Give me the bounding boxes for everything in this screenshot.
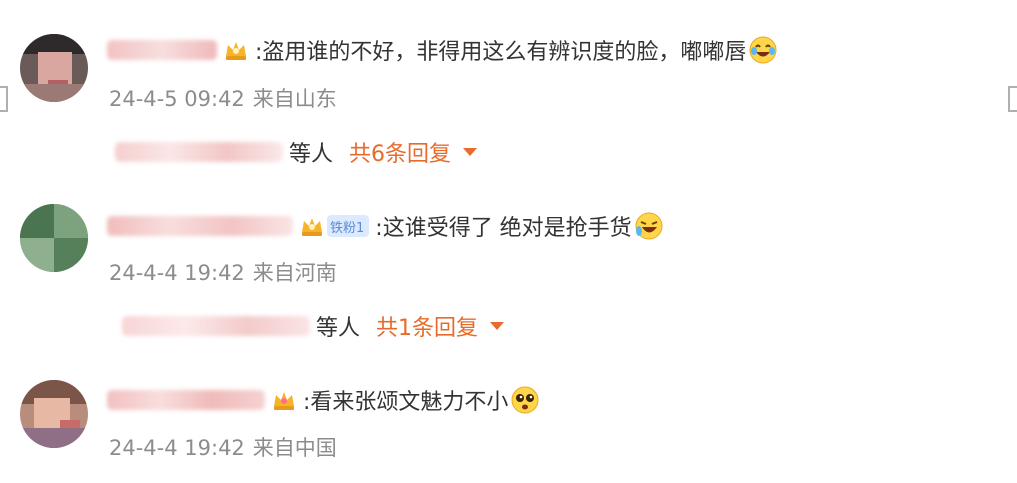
comment-meta: 24-4-5 09:42 来自山东 bbox=[109, 83, 345, 113]
reply-suffix: 等人 bbox=[316, 316, 361, 341]
comment-item: 铁粉1 :这谁受得了 绝对是抢手货 24-4-4 19:42 来自河南 等人 共1… bbox=[0, 180, 1017, 360]
reply-usernames-blurred bbox=[122, 316, 310, 336]
emoji-icon bbox=[634, 211, 664, 241]
reply-summary[interactable]: 等人 共1条回复 bbox=[122, 310, 505, 342]
fan-badge[interactable]: 铁粉1 bbox=[327, 215, 370, 237]
comment-text: :这谁受得了 绝对是抢手货 bbox=[375, 216, 632, 241]
username-blurred[interactable] bbox=[107, 216, 293, 236]
comment-time: 24-4-5 09:42 bbox=[109, 87, 245, 111]
comment-time: 24-4-4 19:42 bbox=[109, 436, 245, 460]
comment-text: :盗用谁的不好，非得用这么有辨识度的脸，嘟嘟唇 bbox=[255, 40, 747, 65]
comment-line: 铁粉1 :这谁受得了 绝对是抢手货 bbox=[107, 209, 664, 243]
crown-icon bbox=[299, 214, 325, 238]
comment-meta: 24-4-4 19:42 来自河南 bbox=[109, 257, 345, 287]
comment-location: 来自山东 bbox=[252, 87, 337, 111]
username-blurred[interactable] bbox=[107, 390, 265, 410]
reply-usernames-blurred bbox=[115, 142, 283, 162]
comment-location: 来自河南 bbox=[252, 261, 337, 285]
comment-item: :看来张颂文魅力不小 24-4-4 19:42 来自中国 bbox=[0, 360, 1017, 483]
username-blurred[interactable] bbox=[107, 40, 217, 60]
reply-count-link[interactable]: 共6条回复 bbox=[349, 136, 451, 168]
reply-suffix: 等人 bbox=[289, 142, 334, 167]
comment-time: 24-4-4 19:42 bbox=[109, 261, 245, 285]
comment-meta: 24-4-4 19:42 来自中国 bbox=[109, 432, 345, 462]
reply-summary[interactable]: 等人 共6条回复 bbox=[115, 136, 478, 168]
comment-line: :看来张颂文魅力不小 bbox=[107, 383, 540, 417]
comment-text: :看来张颂文魅力不小 bbox=[303, 390, 509, 415]
emoji-icon bbox=[748, 35, 778, 65]
avatar[interactable] bbox=[20, 34, 88, 102]
reply-count-link[interactable]: 共1条回复 bbox=[376, 310, 478, 342]
caret-down-icon[interactable] bbox=[463, 148, 478, 156]
emoji-icon bbox=[510, 385, 540, 415]
caret-down-icon[interactable] bbox=[490, 322, 505, 330]
avatar[interactable] bbox=[20, 380, 88, 448]
avatar[interactable] bbox=[20, 204, 88, 272]
comment-location: 来自中国 bbox=[252, 436, 337, 460]
comment-item: :盗用谁的不好，非得用这么有辨识度的脸，嘟嘟唇 24-4-5 09:42 来自山东… bbox=[0, 0, 1017, 180]
comment-line: :盗用谁的不好，非得用这么有辨识度的脸，嘟嘟唇 bbox=[107, 33, 778, 67]
crown-icon bbox=[223, 38, 249, 62]
crown-icon bbox=[271, 388, 297, 412]
